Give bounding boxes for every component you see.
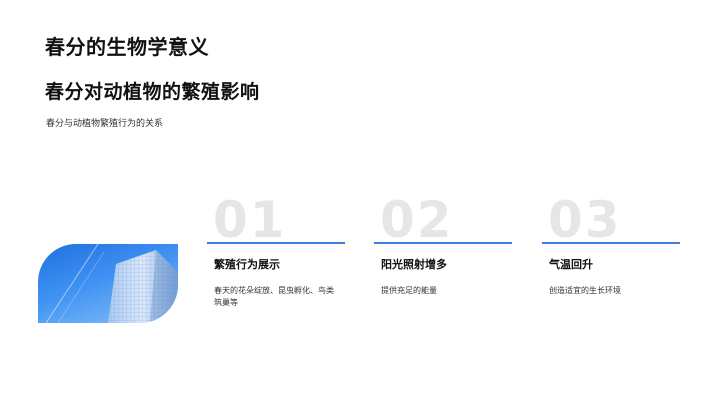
card-text: 提供充足的能量 bbox=[381, 286, 437, 295]
skyscraper-photo bbox=[38, 244, 178, 323]
card-number: 02 bbox=[380, 191, 454, 249]
card-title: 繁殖行为展示 bbox=[214, 258, 280, 271]
card-title: 气温回升 bbox=[549, 258, 593, 271]
slide-title: 春分的生物学意义 bbox=[45, 35, 209, 59]
card-01: 01 繁殖行为展示 春天的花朵绽放、昆虫孵化、鸟类筑巢等 bbox=[207, 192, 347, 322]
card-number: 03 bbox=[548, 191, 622, 249]
card-number: 01 bbox=[213, 191, 287, 249]
card-02: 02 阳光照射增多 提供充足的能量 bbox=[374, 192, 514, 322]
card-divider bbox=[542, 242, 680, 244]
slide: 春分的生物学意义 春分对动植物的繁殖影响 春分与动植物繁殖行为的关系 01 繁殖… bbox=[0, 0, 720, 404]
card-text: 春天的花朵绽放、昆虫孵化、鸟类筑巢等 bbox=[214, 286, 334, 307]
card-03: 03 气温回升 创造适宜的生长环境 bbox=[542, 192, 682, 322]
slide-subtitle: 春分对动植物的繁殖影响 bbox=[45, 81, 260, 103]
skyscraper-image bbox=[45, 244, 178, 323]
card-text: 创造适宜的生长环境 bbox=[549, 286, 621, 295]
slide-description: 春分与动植物繁殖行为的关系 bbox=[46, 119, 164, 129]
card-divider bbox=[207, 242, 345, 244]
card-title: 阳光照射增多 bbox=[381, 258, 447, 271]
card-divider bbox=[374, 242, 512, 244]
